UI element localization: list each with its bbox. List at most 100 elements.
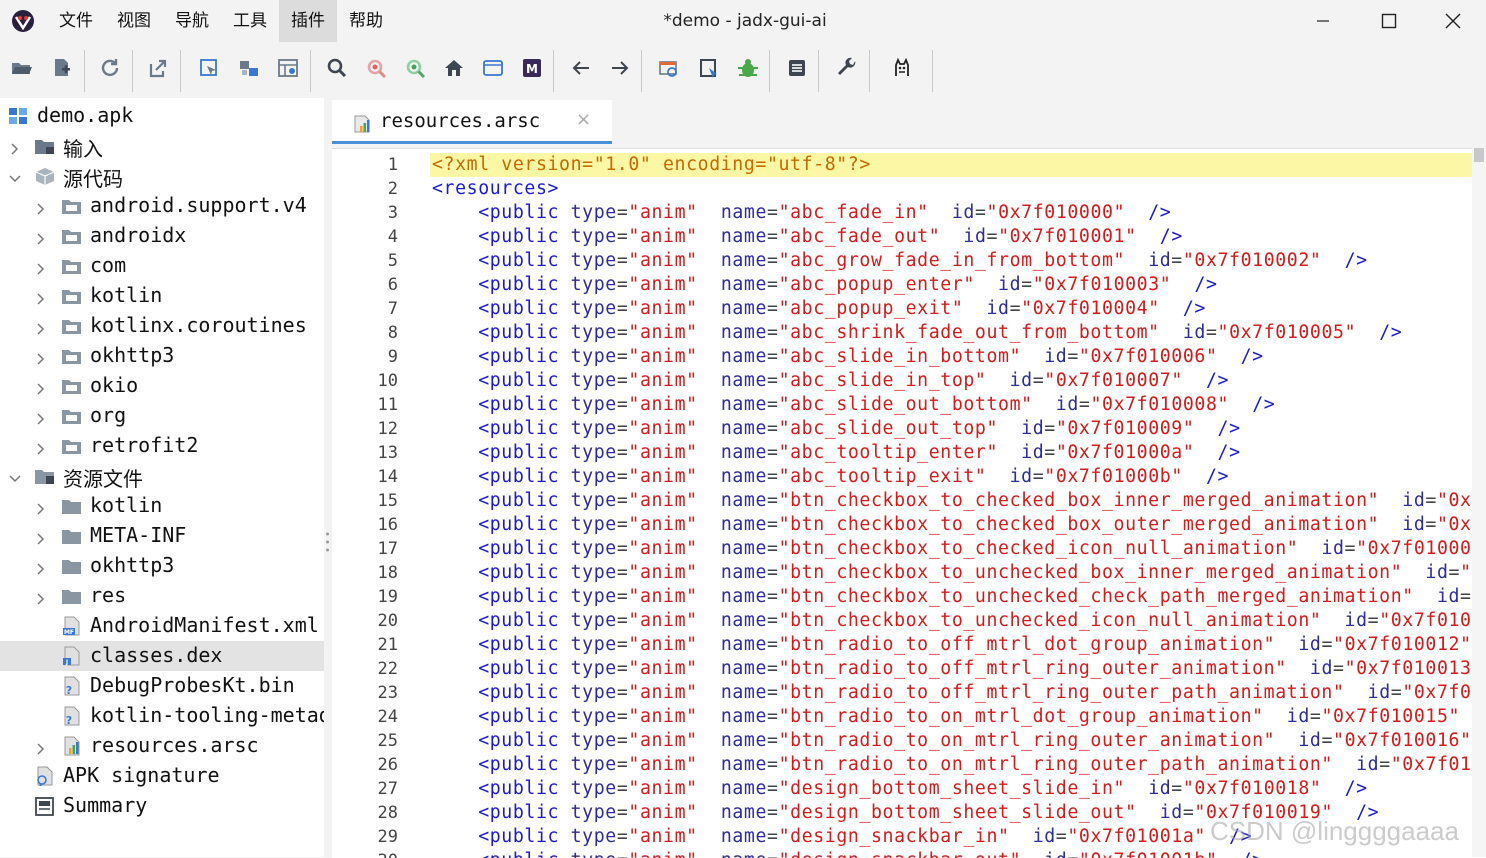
tree-item[interactable]: res [0,581,324,611]
tree-item[interactable]: kotlinx.coroutines [0,311,324,341]
chevron-right-icon[interactable] [34,498,48,514]
home-icon [442,56,466,84]
new-window-button[interactable] [475,52,511,88]
scrollbar-thumb[interactable] [1474,148,1484,162]
tree-item[interactable]: androidx [0,221,324,251]
name-value: "btn_checkbox_to_checked_icon_null_anima… [779,538,1299,559]
indent [432,682,478,703]
menu-item-1[interactable]: 视图 [105,0,163,42]
tab-close-icon[interactable]: × [576,109,591,130]
tree-item[interactable]: com [0,251,324,281]
forward-button[interactable] [602,52,638,88]
tree-item-label: kotlinx.coroutines [90,313,307,337]
settings-button[interactable] [829,52,865,88]
chevron-right-icon[interactable] [34,378,48,394]
kotlin-button[interactable]: M [514,52,550,88]
open-file-button[interactable] [4,52,40,88]
class-tree-button[interactable] [270,52,306,88]
debug-button[interactable] [730,52,766,88]
tree-item[interactable]: 源代码 [0,161,324,191]
maximize-button[interactable] [1356,0,1422,42]
tree-item[interactable]: okhttp3 [0,341,324,371]
tree-item[interactable]: kotlin [0,281,324,311]
tree-item[interactable]: Jclasses.dex [0,641,324,671]
tree-item[interactable]: okio [0,371,324,401]
tree-item-label: 资源文件 [63,463,143,492]
type-value: "anim" [628,538,697,559]
space [1183,370,1206,391]
close-button[interactable] [1420,0,1486,42]
menu-item-4[interactable]: 插件 [279,0,337,42]
chevron-right-icon[interactable] [34,288,48,304]
tree-item[interactable]: demo.apk [0,101,324,131]
add-files-button[interactable] [44,52,80,88]
tree-item[interactable]: Summary [0,791,324,821]
find-usage-button[interactable] [359,52,395,88]
menu-item-0[interactable]: 文件 [47,0,105,42]
tree-item[interactable]: MFAndroidManifest.xml [0,611,324,641]
menu-item-3[interactable]: 工具 [221,0,279,42]
vertical-scrollbar[interactable] [1472,148,1486,857]
minimize-button[interactable] [1290,0,1356,42]
chevron-right-icon[interactable] [34,228,48,244]
quark-button[interactable] [691,52,727,88]
equals: = [1425,514,1437,535]
code-area[interactable]: <?xml version="1.0" encoding="utf-8"?><r… [422,149,1472,858]
line-number: 16 [332,513,398,537]
search-button[interactable] [319,52,355,88]
ai-assistant-button[interactable] [884,52,920,88]
log-button[interactable] [779,52,815,88]
chevron-right-icon[interactable] [34,528,48,544]
tree-item[interactable]: org [0,401,324,431]
tree-item[interactable]: 输入 [0,131,324,161]
menu-item-2[interactable]: 导航 [163,0,221,42]
export-button[interactable] [140,52,176,88]
back-button[interactable] [563,52,599,88]
tree-item-label: APK signature [63,763,220,787]
code-editor[interactable]: 1234567891011121314151617181920212223242… [332,148,1486,858]
space [1160,298,1183,319]
type-attr: type [571,610,617,631]
tree-item[interactable]: okhttp3 [0,551,324,581]
tree-item[interactable]: retrofit2 [0,431,324,461]
deobfuscation-button[interactable] [651,52,687,88]
id-value: "0x7f010018" [1183,778,1322,799]
equals: = [767,754,779,775]
chevron-right-icon[interactable] [34,558,48,574]
chevron-right-icon[interactable] [34,438,48,454]
space [1460,706,1472,727]
splitter[interactable] [324,98,332,857]
chevron-right-icon[interactable] [34,588,48,604]
flatten-packages-button[interactable] [231,52,267,88]
splitter-grip-icon[interactable] [325,530,330,554]
tab-resources-arsc[interactable]: resources.arsc × [332,100,612,144]
tree-item[interactable]: APK signature [0,761,324,791]
tree-item[interactable]: ?kotlin-tooling-metadata.json [0,701,324,731]
chevron-down-icon[interactable] [8,468,22,484]
menu-item-5[interactable]: 帮助 [337,0,395,42]
tree-item[interactable]: kotlin [0,491,324,521]
reload-button[interactable] [92,52,128,88]
chevron-right-icon[interactable] [34,198,48,214]
tree-item[interactable]: resources.arsc [0,731,324,761]
chevron-right-icon[interactable] [34,408,48,424]
tree-item[interactable]: 资源文件 [0,461,324,491]
chevron-right-icon[interactable] [34,348,48,364]
space [1321,250,1344,271]
tree-item[interactable]: ?DebugProbesKt.bin [0,671,324,701]
chevron-down-icon[interactable] [8,168,22,184]
sync-with-editor-button[interactable] [191,52,227,88]
find-ai-button[interactable] [398,52,434,88]
chevron-right-icon[interactable] [34,318,48,334]
chevron-right-icon[interactable] [34,258,48,274]
chevron-right-icon[interactable] [8,138,22,154]
chevron-right-icon[interactable] [34,738,48,754]
tree-item[interactable]: android.support.v4 [0,191,324,221]
line-number: 28 [332,801,398,825]
tree-item[interactable]: META-INF [0,521,324,551]
home-button[interactable] [436,52,472,88]
code-line: <public type="anim" name="abc_grow_fade_… [432,249,1368,273]
code-line: <public type="anim" name="abc_fade_out" … [432,225,1183,249]
indent [432,418,478,439]
type-attr: type [571,706,617,727]
